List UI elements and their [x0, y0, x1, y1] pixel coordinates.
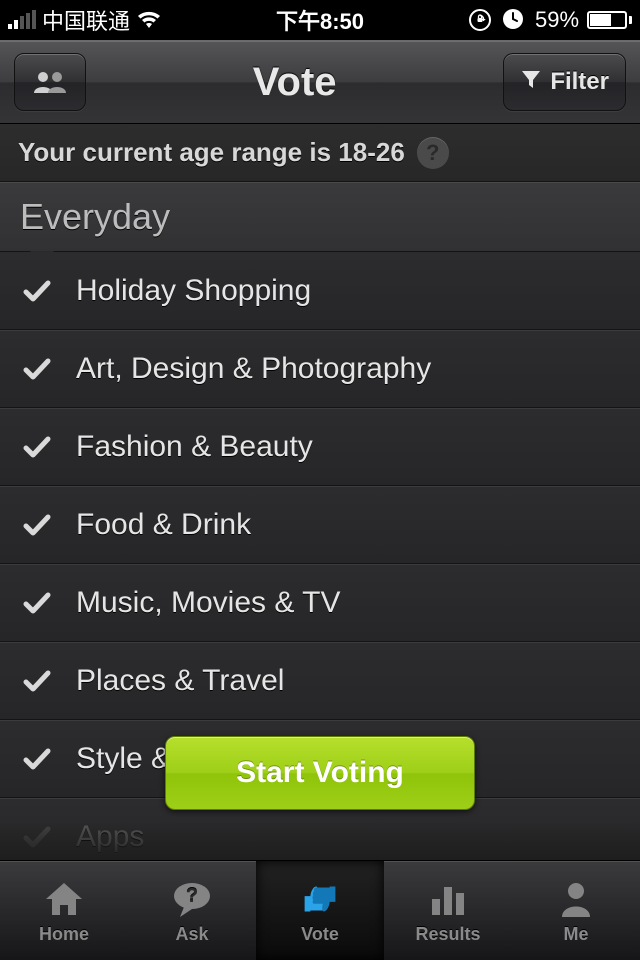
- check-icon: [20, 434, 54, 460]
- list-item[interactable]: Places & Travel: [0, 642, 640, 720]
- svg-text:?: ?: [186, 885, 198, 907]
- list-item[interactable]: Food & Drink: [0, 486, 640, 564]
- signal-icon: [8, 11, 36, 29]
- help-icon[interactable]: ?: [417, 137, 449, 169]
- tab-home[interactable]: Home: [0, 861, 128, 960]
- check-icon: [20, 590, 54, 616]
- filter-label: Filter: [550, 68, 609, 96]
- tab-ask[interactable]: ? Ask: [128, 861, 256, 960]
- check-icon: [20, 356, 54, 382]
- tab-label: Vote: [301, 924, 339, 945]
- tab-vote[interactable]: Vote: [256, 861, 384, 960]
- results-icon: [423, 877, 473, 921]
- carrier-text: 中国联通: [42, 4, 130, 36]
- friends-button[interactable]: [14, 53, 86, 111]
- funnel-icon: [520, 68, 542, 97]
- home-icon: [39, 877, 89, 921]
- category-list: Holiday Shopping Art, Design & Photograph…: [0, 252, 640, 860]
- list-item[interactable]: Holiday Shopping: [0, 252, 640, 330]
- section-header-everyday[interactable]: Everyday: [0, 182, 640, 252]
- tab-me[interactable]: Me: [512, 861, 640, 960]
- tab-label: Me: [563, 924, 588, 945]
- nav-bar: Vote Filter: [0, 40, 640, 124]
- age-info-strip: Your current age range is 18-26 ?: [0, 124, 640, 182]
- rotation-lock-icon: [467, 7, 493, 33]
- check-icon: [20, 512, 54, 538]
- alarm-icon: [501, 7, 527, 33]
- me-icon: [551, 877, 601, 921]
- list-item-label: Art, Design & Photography: [76, 352, 431, 386]
- check-icon: [20, 668, 54, 694]
- list-item[interactable]: Fashion & Beauty: [0, 408, 640, 486]
- page-title: Vote: [86, 60, 503, 105]
- start-voting-button[interactable]: Start Voting: [165, 736, 475, 810]
- tab-label: Results: [415, 924, 480, 945]
- tab-label: Home: [39, 924, 89, 945]
- list-item[interactable]: Music, Movies & TV: [0, 564, 640, 642]
- status-bar: 中国联通 下午8:50 59%: [0, 0, 640, 40]
- list-fade: [0, 820, 640, 860]
- tab-results[interactable]: Results: [384, 861, 512, 960]
- check-icon: [20, 278, 54, 304]
- status-time: 下午8:50: [276, 4, 364, 36]
- tab-bar: Home ? Ask Vote Results: [0, 860, 640, 960]
- list-item-label: Places & Travel: [76, 664, 284, 698]
- list-item-label: Music, Movies & TV: [76, 586, 341, 620]
- list-item-label: Food & Drink: [76, 508, 251, 542]
- ask-icon: ?: [167, 877, 217, 921]
- age-info-text: Your current age range is 18-26: [18, 137, 405, 168]
- battery-icon: [587, 11, 632, 29]
- list-item-label: Holiday Shopping: [76, 274, 311, 308]
- tab-label: Ask: [175, 924, 208, 945]
- wifi-icon: [136, 10, 162, 30]
- battery-pct: 59%: [535, 7, 579, 33]
- vote-icon: [295, 877, 345, 921]
- check-icon: [20, 746, 54, 772]
- list-item[interactable]: Art, Design & Photography: [0, 330, 640, 408]
- section-header-label: Everyday: [20, 196, 170, 238]
- list-item-label: Fashion & Beauty: [76, 430, 313, 464]
- filter-button[interactable]: Filter: [503, 53, 626, 111]
